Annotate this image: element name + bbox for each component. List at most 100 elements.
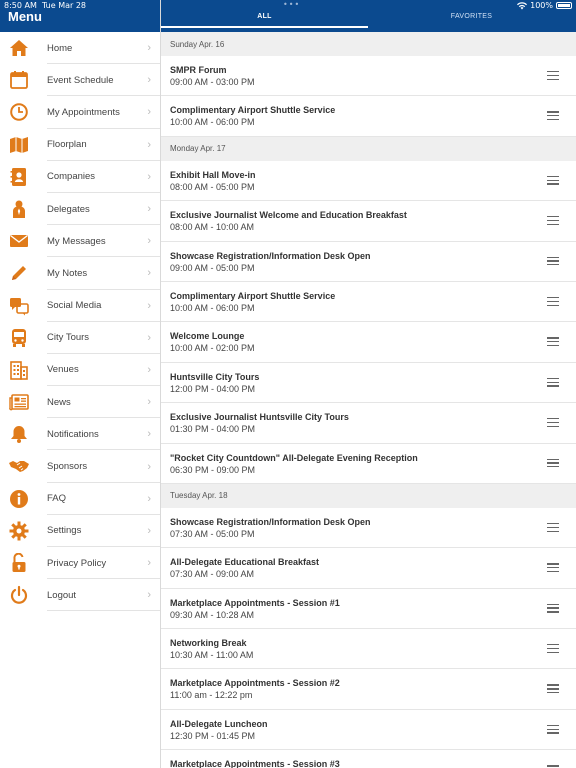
- status-date: Tue Mar 28: [41, 1, 87, 10]
- battery-icon: [556, 2, 572, 9]
- event-name: All-Delegate Educational Breakfast: [170, 557, 320, 568]
- reorder-handle-icon[interactable]: [547, 603, 559, 613]
- schedule-panel: ALL FAVORITES Sunday Apr. 16 SMPR Forum 09…: [161, 0, 576, 768]
- sidebar-item-logout[interactable]: Logout ›: [0, 579, 160, 612]
- status-bar: 8:50 AM Tue Mar 28 ••• 100%: [0, 0, 576, 12]
- chevron-right-icon: ›: [147, 396, 151, 409]
- event-name: Showcase Registration/Information Desk O…: [170, 516, 371, 527]
- sidebar-item-label: My Notes: [47, 267, 88, 279]
- reorder-handle-icon[interactable]: [547, 256, 559, 266]
- event-time: 10:00 AM - 02:00 PM: [170, 343, 255, 354]
- event-name: Showcase Registration/Information Desk O…: [170, 250, 371, 261]
- event-row[interactable]: Showcase Registration/Information Desk O…: [161, 508, 576, 549]
- sidebar-item-label: Event Schedule: [47, 74, 114, 86]
- event-name: Huntsville City Tours: [170, 371, 260, 382]
- sidebar-item-label: City Tours: [47, 332, 90, 344]
- multitask-dots-icon: •••: [283, 0, 301, 9]
- reorder-handle-icon[interactable]: [547, 418, 559, 428]
- schedule-list[interactable]: Sunday Apr. 16 SMPR Forum 09:00 AM - 03:00…: [161, 32, 576, 768]
- event-row[interactable]: Complimentary Airport Shuttle Service 10:…: [161, 96, 576, 137]
- event-row[interactable]: Networking Break 10:30 AM - 11:00 AM: [161, 629, 576, 670]
- sidebar-item-privacy-policy[interactable]: Privacy Policy ›: [0, 547, 160, 580]
- event-row[interactable]: Huntsville City Tours 12:00 PM - 04:00 PM: [161, 363, 576, 404]
- event-row[interactable]: Marketplace Appointments - Session #1 09:…: [161, 589, 576, 630]
- calendar-icon: [9, 70, 29, 90]
- sidebar-item-settings[interactable]: Settings ›: [0, 515, 160, 547]
- sidebar-item-my-appointments[interactable]: My Appointments ›: [0, 96, 160, 129]
- sidebar-item-my-messages[interactable]: My Messages ›: [0, 225, 160, 258]
- event-row[interactable]: All-Delegate Luncheon 12:30 PM - 01:45 PM: [161, 710, 576, 751]
- event-name: Complimentary Airport Shuttle Service: [170, 105, 336, 116]
- sidebar-item-sponsors[interactable]: Sponsors ›: [0, 450, 160, 483]
- event-row[interactable]: Showcase Registration/Information Desk O…: [161, 242, 576, 282]
- reorder-handle-icon[interactable]: [547, 458, 559, 468]
- reorder-handle-icon[interactable]: [547, 111, 559, 121]
- divider: [47, 610, 160, 612]
- event-row[interactable]: Complimentary Airport Shuttle Service 10:…: [161, 282, 576, 323]
- battery-percent: 100%: [530, 1, 553, 10]
- event-row[interactable]: Exhibit Hall Move-in 08:00 AM - 05:00 PM: [161, 161, 576, 202]
- reorder-handle-icon[interactable]: [547, 216, 559, 226]
- clock-icon: [9, 102, 29, 122]
- sidebar-item-label: Sponsors: [47, 461, 88, 473]
- bell-icon: [9, 424, 29, 444]
- sidebar-item-companies[interactable]: Companies ›: [0, 161, 160, 193]
- event-time: 09:00 AM - 05:00 PM: [170, 262, 255, 273]
- day-header: Tuesday Apr. 18: [161, 483, 576, 508]
- event-time: 12:00 PM - 04:00 PM: [170, 383, 256, 394]
- event-time: 09:00 AM - 03:00 PM: [170, 77, 255, 87]
- day-header: Monday Apr. 17: [161, 136, 576, 161]
- chevron-right-icon: ›: [147, 42, 151, 55]
- event-name: Welcome Lounge: [170, 331, 245, 342]
- event-time: 07:30 AM - 05:00 PM: [170, 528, 255, 539]
- sidebar-item-home[interactable]: Home ›: [0, 32, 160, 65]
- sidebar-item-floorplan[interactable]: Floorplan ›: [0, 129, 160, 161]
- sidebar-item-delegates[interactable]: Delegates ›: [0, 193, 160, 226]
- event-row[interactable]: Exclusive Journalist Huntsville City Tou…: [161, 403, 576, 444]
- event-row[interactable]: Marketplace Appointments - Session #2 11:…: [161, 669, 576, 710]
- event-row[interactable]: "Rocket City Countdown" All-Delegate Eve…: [161, 444, 576, 484]
- event-time: 08:00 AM - 05:00 PM: [170, 181, 255, 192]
- sidebar-item-city-tours[interactable]: City Tours ›: [0, 322, 160, 354]
- sidebar-item-label: FAQ: [47, 493, 67, 505]
- event-name: Exhibit Hall Move-in: [170, 169, 256, 180]
- reorder-handle-icon[interactable]: [547, 337, 559, 347]
- event-row[interactable]: SMPR Forum 09:00 AM - 03:00 PM: [161, 56, 576, 97]
- status-time: 8:50 AM: [4, 1, 37, 10]
- event-name: Complimentary Airport Shuttle Service: [170, 290, 336, 301]
- reorder-handle-icon[interactable]: [547, 563, 559, 573]
- reorder-handle-icon[interactable]: [547, 684, 559, 694]
- sidebar-item-notifications[interactable]: Notifications ›: [0, 418, 160, 451]
- event-name: All-Delegate Luncheon: [170, 718, 268, 729]
- sidebar-item-label: Floorplan: [47, 139, 87, 151]
- chevron-right-icon: ›: [147, 460, 151, 473]
- sidebar-item-event-schedule[interactable]: Event Schedule ›: [0, 64, 160, 97]
- event-row[interactable]: Welcome Lounge 10:00 AM - 02:00 PM: [161, 322, 576, 363]
- event-name: Marketplace Appointments - Session #3: [170, 759, 340, 768]
- reorder-handle-icon[interactable]: [547, 71, 559, 80]
- reorder-handle-icon[interactable]: [547, 724, 559, 734]
- chevron-right-icon: ›: [147, 557, 151, 570]
- sidebar-item-label: My Messages: [47, 235, 106, 247]
- reorder-handle-icon[interactable]: [547, 644, 559, 653]
- sidebar-item-label: Social Media: [47, 300, 102, 312]
- sidebar-item-news[interactable]: News ›: [0, 386, 160, 419]
- sidebar-item-my-notes[interactable]: My Notes ›: [0, 257, 160, 290]
- sidebar-item-label: Delegates: [47, 203, 90, 215]
- event-time: 01:30 PM - 04:00 PM: [170, 424, 256, 435]
- event-time: 09:30 AM - 10:28 AM: [170, 609, 255, 620]
- sidebar-item-label: Settings: [47, 525, 82, 537]
- event-row[interactable]: Marketplace Appointments - Session #3: [161, 750, 576, 768]
- reorder-handle-icon[interactable]: [547, 296, 559, 306]
- lock-icon: [9, 552, 29, 573]
- reorder-handle-icon[interactable]: [547, 522, 559, 532]
- event-row[interactable]: All-Delegate Educational Breakfast 07:30 …: [161, 548, 576, 589]
- sidebar-item-venues[interactable]: Venues ›: [0, 354, 160, 387]
- chevron-right-icon: ›: [147, 331, 151, 344]
- reorder-handle-icon[interactable]: [547, 175, 559, 185]
- sidebar-item-faq[interactable]: FAQ ›: [0, 483, 160, 515]
- sidebar-item-social-media[interactable]: Social Media ›: [0, 290, 160, 322]
- event-row[interactable]: Exclusive Journalist Welcome and Educati…: [161, 201, 576, 242]
- reorder-handle-icon[interactable]: [547, 377, 559, 387]
- chevron-right-icon: ›: [147, 492, 151, 505]
